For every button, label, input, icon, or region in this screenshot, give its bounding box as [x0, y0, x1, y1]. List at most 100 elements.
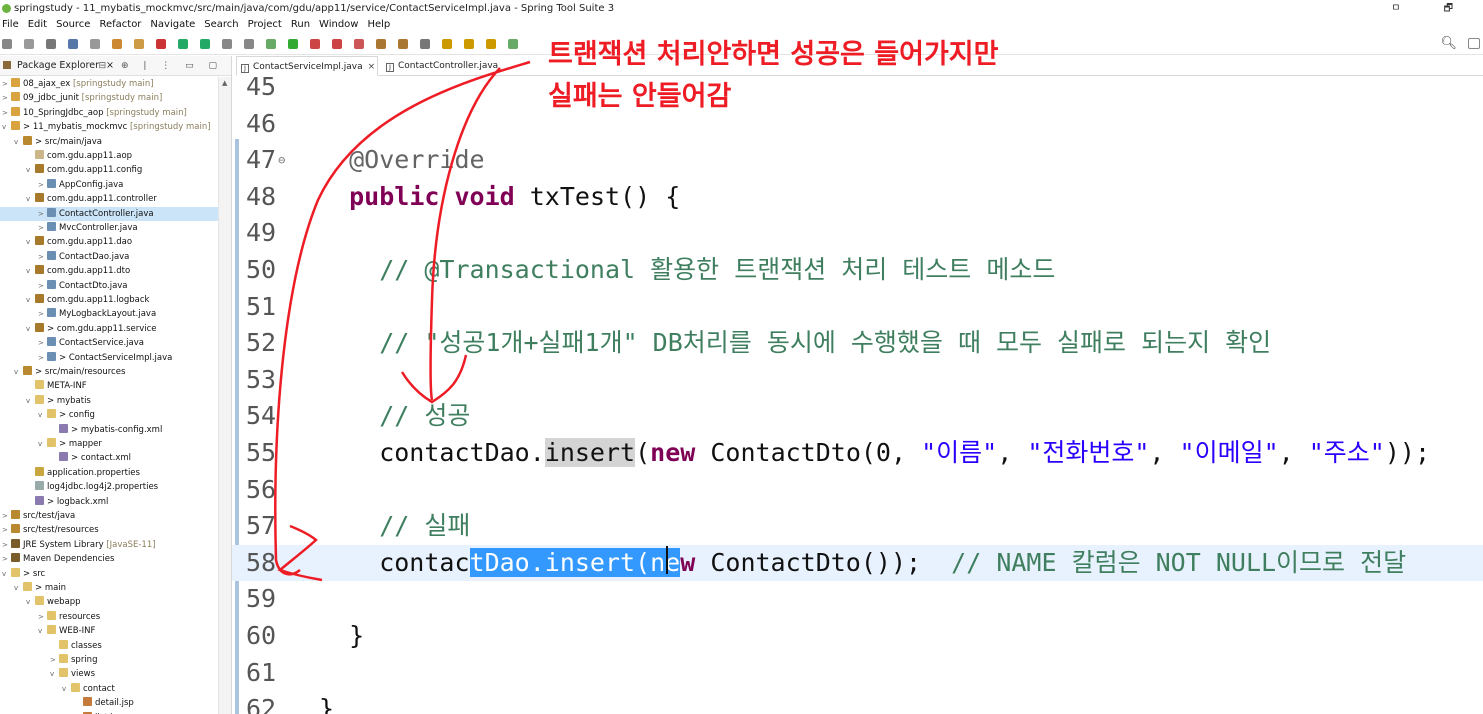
menu-project[interactable]: Project — [248, 17, 282, 33]
tree-item[interactable]: >09_jdbc_junit [springstudy main] — [0, 91, 218, 105]
open-perspective-icon[interactable] — [1468, 38, 1480, 49]
tree-item[interactable]: v WEB-INF — [0, 624, 218, 638]
tree-toggle-icon[interactable]: v — [14, 135, 23, 149]
tree-toggle-icon[interactable]: v — [38, 408, 47, 422]
tree-item[interactable]: detail.jsp — [0, 696, 218, 710]
tree-toggle-icon[interactable]: > — [50, 653, 59, 667]
tree-toggle-icon[interactable]: v — [50, 667, 59, 681]
tree-item[interactable]: >10_SpringJdbc_aop [springstudy main] — [0, 106, 218, 120]
tree-toggle-icon[interactable]: v — [26, 264, 35, 278]
tree-toggle-icon[interactable]: v — [14, 581, 23, 595]
tree-item[interactable]: > logback.xml — [0, 495, 218, 509]
tree-item[interactable]: > Maven Dependencies — [0, 552, 218, 566]
editor-tab[interactable]: J ContactController.java — [382, 56, 520, 76]
tree-item[interactable]: v > src/main/resources — [0, 365, 218, 379]
tree-item[interactable]: v > config — [0, 408, 218, 422]
explorer-scrollbar[interactable]: ▲ — [218, 77, 231, 714]
toolbar-button-icon[interactable] — [508, 39, 518, 49]
toolbar-button-icon[interactable] — [222, 39, 232, 49]
tree-toggle-icon[interactable]: v — [26, 322, 35, 336]
tree-toggle-icon[interactable]: v — [26, 595, 35, 609]
tree-toggle-icon[interactable]: v — [38, 624, 47, 638]
tree-item[interactable]: > MvcController.java — [0, 221, 218, 235]
tree-toggle-icon[interactable]: > — [38, 207, 47, 221]
tree-item[interactable]: v > mapper — [0, 437, 218, 451]
tree-item[interactable]: > src/test/resources — [0, 523, 218, 537]
tree-toggle-icon[interactable]: > — [2, 77, 11, 91]
tree-item[interactable]: > AppConfig.java — [0, 178, 218, 192]
menu-refactor[interactable]: Refactor — [99, 17, 141, 33]
tree-item[interactable]: v com.gdu.app11.logback — [0, 293, 218, 307]
tree-item[interactable]: v > com.gdu.app11.service — [0, 322, 218, 336]
tree-toggle-icon[interactable]: > — [38, 307, 47, 321]
tree-toggle-icon[interactable]: > — [2, 106, 11, 120]
toolbar-button-icon[interactable] — [442, 39, 452, 49]
tree-item[interactable]: > JRE System Library [JavaSE-11] — [0, 538, 218, 552]
tree-item[interactable]: com.gdu.app11.aop — [0, 149, 218, 163]
code-text[interactable]: contactDao.insert(new ContactDto(0, "이름"… — [319, 435, 1430, 471]
package-explorer-tab[interactable]: Package Explorer × ⊟ ⊕ | ⋮ ▭ ▢ — [0, 56, 231, 76]
toolbar-button-icon[interactable] — [90, 39, 100, 49]
tree-toggle-icon[interactable]: > — [2, 91, 11, 105]
code-text[interactable]: } — [319, 691, 334, 714]
toolbar-button-icon[interactable] — [354, 39, 364, 49]
code-text[interactable]: // 성공 — [319, 398, 470, 434]
toolbar-button-icon[interactable] — [200, 39, 210, 49]
tree-item[interactable]: > ContactController.java — [0, 206, 218, 221]
toolbar-button-icon[interactable] — [464, 39, 474, 49]
tree-toggle-icon[interactable]: v — [26, 192, 35, 206]
tree-item[interactable]: v com.gdu.app11.config — [0, 163, 218, 177]
tree-item[interactable]: > ContactDao.java — [0, 250, 218, 264]
tree-item[interactable]: list.jsp — [0, 711, 218, 714]
toolbar-button-icon[interactable] — [244, 39, 254, 49]
toolbar-button-icon[interactable] — [486, 39, 496, 49]
fold-toggle-icon[interactable]: ⊖ — [278, 153, 285, 167]
tree-toggle-icon[interactable]: v — [62, 682, 71, 696]
code-text[interactable]: // "성공1개+실패1개" DB처리를 동시에 수행했을 때 모두 실패로 되… — [319, 325, 1271, 361]
toolbar-button-icon[interactable] — [332, 39, 342, 49]
toolbar-button-icon[interactable] — [266, 39, 276, 49]
menu-help[interactable]: Help — [367, 17, 390, 33]
tree-toggle-icon[interactable]: > — [38, 250, 47, 264]
tree-toggle-icon[interactable]: v — [38, 437, 47, 451]
tree-item[interactable]: > ContactDto.java — [0, 279, 218, 293]
toolbar-button-icon[interactable] — [288, 39, 298, 49]
code-text[interactable]: public void txTest() { — [319, 179, 680, 215]
code-text[interactable]: // @Transactional 활용한 트랜잭션 처리 테스트 메소드 — [319, 252, 1055, 288]
tree-item[interactable]: v views — [0, 667, 218, 681]
tree-item[interactable]: > resources — [0, 610, 218, 624]
tree-item[interactable]: v webapp — [0, 595, 218, 609]
tree-toggle-icon[interactable]: > — [38, 221, 47, 235]
toolbar-button-icon[interactable] — [156, 39, 166, 49]
tree-toggle-icon[interactable]: v — [26, 163, 35, 177]
code-text[interactable]: } — [319, 618, 364, 654]
tree-toggle-icon[interactable]: > — [2, 538, 11, 552]
toolbar-button-icon[interactable] — [24, 39, 34, 49]
toolbar-button-icon[interactable] — [2, 39, 12, 49]
window-controls[interactable]: ㅁ 🗗 — [1391, 0, 1473, 17]
tree-item[interactable]: META-INF — [0, 379, 218, 393]
code-editor[interactable]: 45 46 47 ⊖ @Override 48 public void txTest()… — [232, 77, 1483, 714]
tree-item[interactable]: > > ContactServiceImpl.java — [0, 351, 218, 365]
toolbar-button-icon[interactable] — [46, 39, 56, 49]
tree-toggle-icon[interactable]: > — [2, 552, 11, 566]
tree-item[interactable]: > mybatis-config.xml — [0, 423, 218, 437]
tree-toggle-icon[interactable]: > — [2, 523, 11, 537]
toolbar-button-icon[interactable] — [310, 39, 320, 49]
tree-toggle-icon[interactable]: > — [2, 509, 11, 523]
tree-item[interactable]: v > src/main/java — [0, 135, 218, 149]
tree-item[interactable]: >08_ajax_ex [springstudy main] — [0, 77, 218, 91]
tree-toggle-icon[interactable]: > — [38, 178, 47, 192]
menu-window[interactable]: Window — [319, 17, 358, 33]
tree-item[interactable]: v com.gdu.app11.controller — [0, 192, 218, 206]
tree-toggle-icon[interactable]: v — [26, 394, 35, 408]
tree-item[interactable]: v contact — [0, 682, 218, 696]
tree-toggle-icon[interactable]: > — [38, 279, 47, 293]
tree-item[interactable]: v com.gdu.app11.dao — [0, 235, 218, 249]
search-icon[interactable]: 🔍︎ — [1440, 36, 1457, 51]
menu-navigate[interactable]: Navigate — [150, 17, 195, 33]
code-text[interactable]: contactDao.insert(new ContactDto()); // … — [319, 545, 1406, 581]
close-icon[interactable]: × — [368, 62, 376, 72]
tree-toggle-icon[interactable]: > — [38, 336, 47, 350]
tree-item[interactable]: classes — [0, 639, 218, 653]
